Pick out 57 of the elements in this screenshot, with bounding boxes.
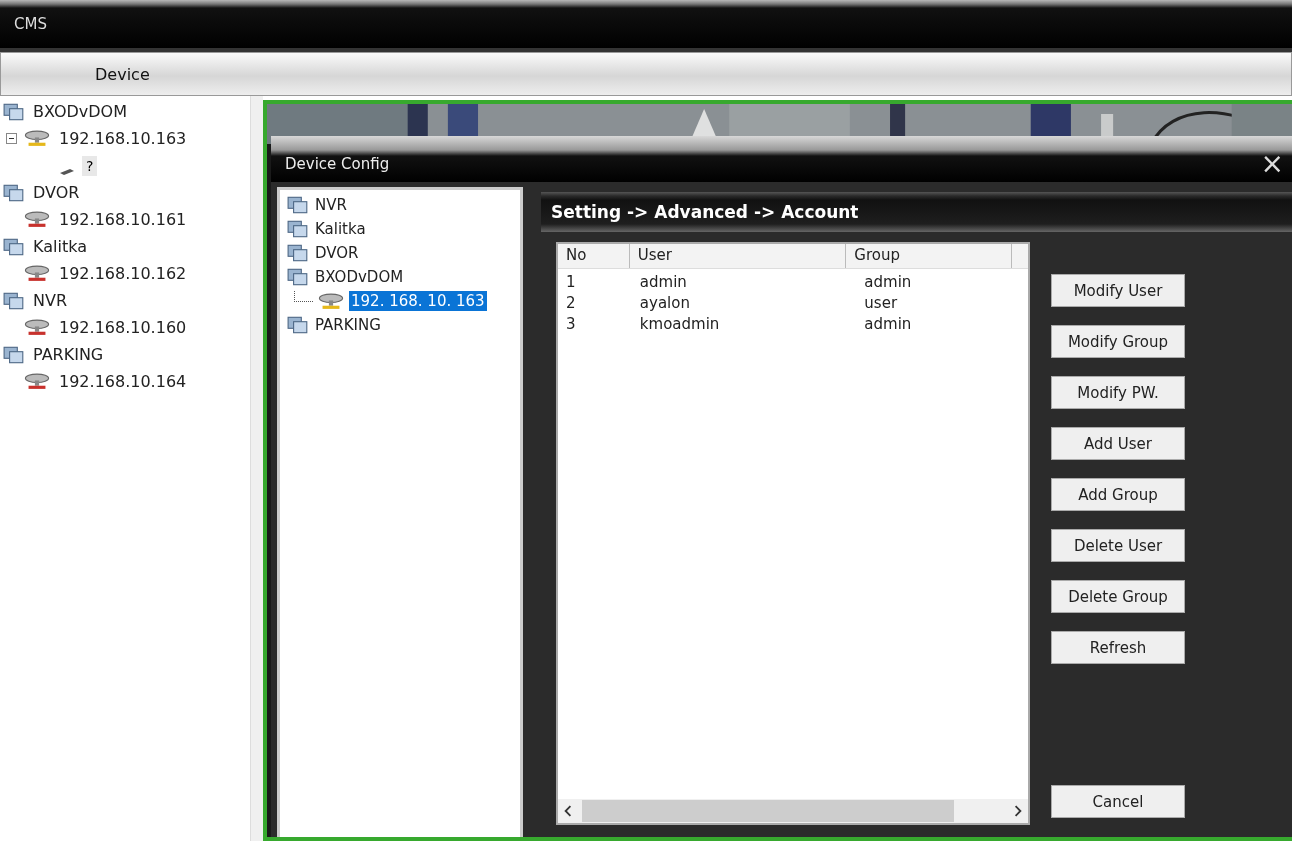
window-title: CMS	[14, 15, 47, 33]
scroll-left-icon[interactable]	[562, 805, 574, 817]
dialog-title: Device Config	[285, 155, 390, 173]
collapse-icon[interactable]	[6, 133, 17, 144]
table-cell-text: admin	[638, 273, 688, 293]
column-header[interactable]: Group	[846, 244, 1012, 268]
tree-item[interactable]: 192.168.10.163	[57, 128, 189, 149]
folder-icon	[287, 243, 309, 263]
folder-icon	[3, 182, 25, 203]
tree-item[interactable]: DVOR	[313, 243, 361, 263]
column-header[interactable]: User	[629, 244, 847, 268]
column-header[interactable]: No	[558, 244, 630, 268]
table-cell-text: 2	[565, 294, 577, 314]
device-tab[interactable]: Device	[73, 60, 172, 88]
tree-item[interactable]: 192.168.10.160	[57, 317, 189, 338]
tree-item[interactable]: Kalitka	[313, 219, 368, 239]
table-cell-text: ayalon	[638, 294, 691, 314]
action-button[interactable]: Modify PW.	[1051, 376, 1185, 409]
action-button[interactable]: Modify Group	[1051, 325, 1185, 358]
table-cell-text: admin	[863, 315, 913, 335]
breadcrumb: Setting -> Advanced -> Account	[551, 202, 859, 222]
table-cell-text: 3	[565, 315, 577, 335]
tree-item[interactable]: PARKING	[313, 315, 383, 335]
table-cell-text: admin	[863, 273, 913, 293]
folder-icon	[287, 267, 309, 287]
scrollbar[interactable]	[250, 96, 263, 841]
folder-icon	[3, 236, 25, 257]
tree-item[interactable]: Kalitka	[31, 236, 89, 257]
cancel-button[interactable]: Cancel	[1051, 785, 1185, 818]
folder-icon	[287, 219, 309, 239]
folder-icon	[287, 315, 309, 335]
tree-item[interactable]: BXODvDOM	[31, 101, 129, 122]
tree-item[interactable]: 192.168.10.162	[57, 263, 189, 284]
folder-icon	[3, 290, 25, 311]
folder-icon	[287, 195, 309, 215]
tree-item[interactable]: PARKING	[31, 344, 106, 365]
action-button[interactable]: Add User	[1051, 427, 1185, 460]
tree-item[interactable]: 192.168.10.164	[57, 371, 189, 392]
action-button[interactable]: Refresh	[1051, 631, 1185, 664]
tree-item[interactable]: NVR	[31, 290, 70, 311]
scroll-right-icon[interactable]	[1012, 805, 1024, 817]
tree-item[interactable]: 192.168.10.161	[57, 209, 189, 230]
folder-icon	[3, 101, 25, 122]
table-cell-text: 1	[565, 273, 577, 293]
table-cell-text: user	[863, 294, 899, 314]
action-button[interactable]: Add Group	[1051, 478, 1185, 511]
action-button[interactable]: Delete Group	[1051, 580, 1185, 613]
tree-item[interactable]: DVOR	[31, 182, 82, 203]
tree-item[interactable]: BXODvDOM	[313, 267, 406, 287]
folder-icon	[3, 344, 25, 365]
tree-item[interactable]: NVR	[313, 195, 349, 215]
close-button[interactable]: ×	[1252, 152, 1292, 176]
tree-item[interactable]: 192. 168. 10. 163	[349, 291, 487, 311]
horizontal-scrollbar[interactable]	[558, 799, 1028, 823]
table-cell-text: kmoadmin	[638, 315, 721, 335]
action-button[interactable]: Modify User	[1051, 274, 1185, 307]
action-button[interactable]: Delete User	[1051, 529, 1185, 562]
